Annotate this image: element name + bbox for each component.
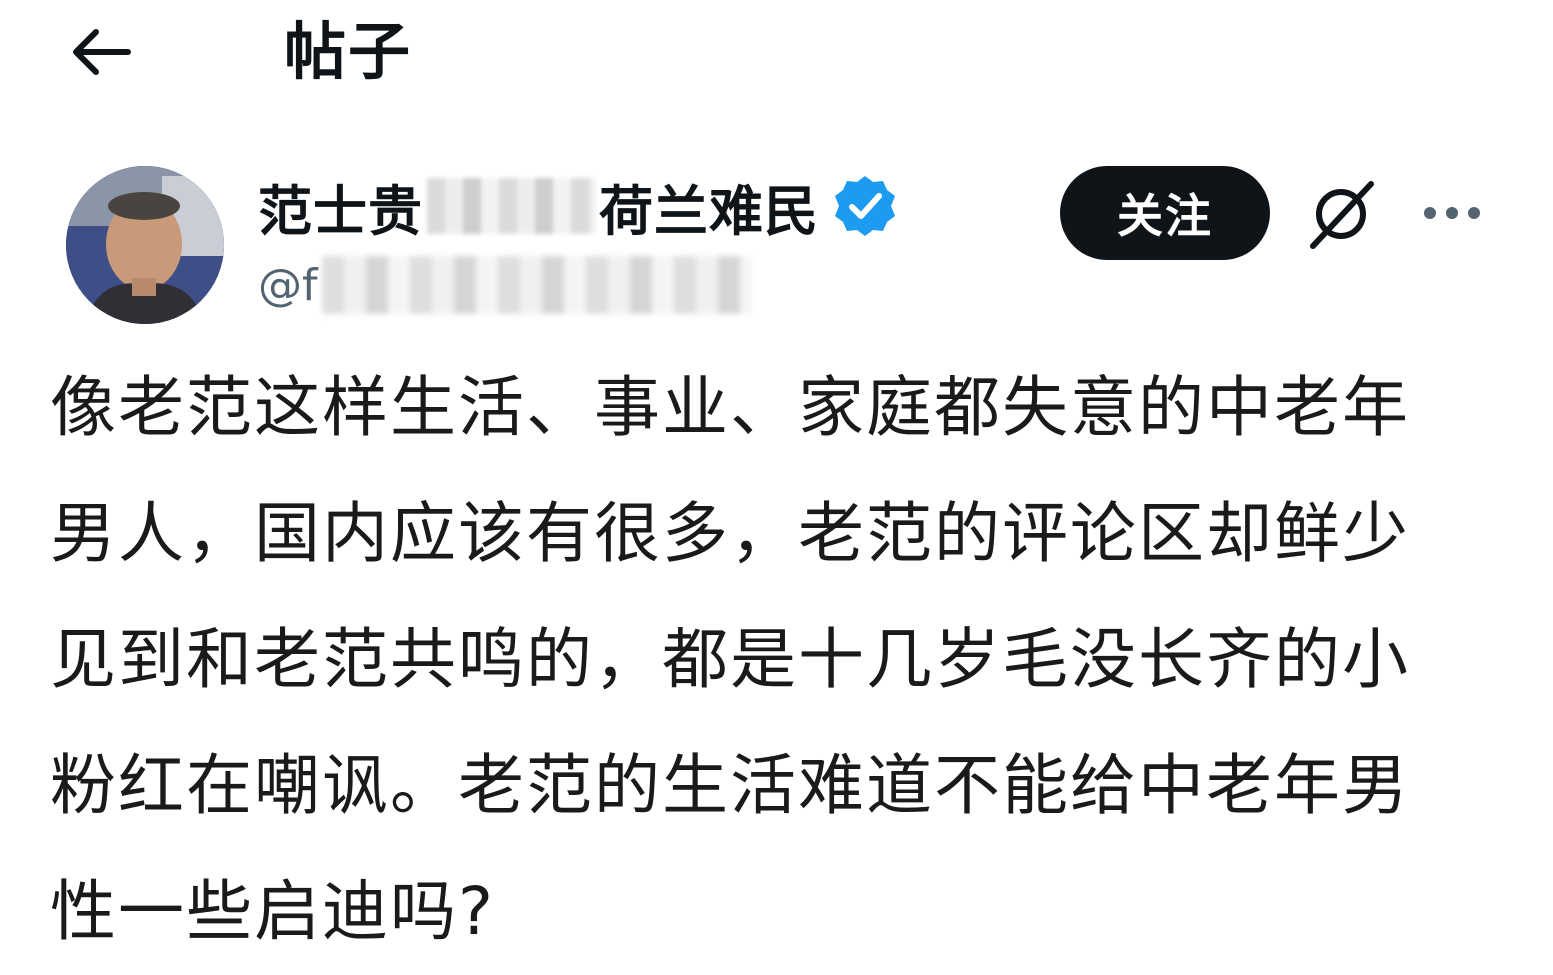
redacted-handle-blur	[321, 256, 752, 314]
post-text: 像老范这样生活、事业、家庭都失意的中老年男人，国内应该有很多，老范的评论区却鲜少…	[50, 369, 1410, 950]
avatar-image	[66, 166, 224, 324]
back-arrow-icon	[73, 29, 131, 75]
redacted-name-blur	[427, 178, 595, 234]
author-handle[interactable]: @f	[258, 252, 752, 318]
follow-button[interactable]: 关注	[1060, 166, 1270, 260]
author-name[interactable]: 范士贵 荷兰难民	[258, 170, 897, 243]
back-button[interactable]	[62, 20, 138, 84]
page-title: 帖子	[284, 15, 413, 88]
more-options-button[interactable]	[1412, 178, 1492, 248]
author-handle-prefix: @f	[258, 259, 318, 311]
verified-badge-icon	[835, 176, 895, 236]
grok-button[interactable]	[1298, 174, 1384, 254]
author-name-prefix: 范士贵	[258, 179, 423, 243]
more-icon	[1424, 207, 1480, 219]
avatar[interactable]	[66, 166, 224, 324]
grok-icon	[1310, 181, 1374, 249]
author-name-suffix: 荷兰难民	[599, 179, 819, 243]
top-bar: 帖子	[0, 0, 1553, 110]
